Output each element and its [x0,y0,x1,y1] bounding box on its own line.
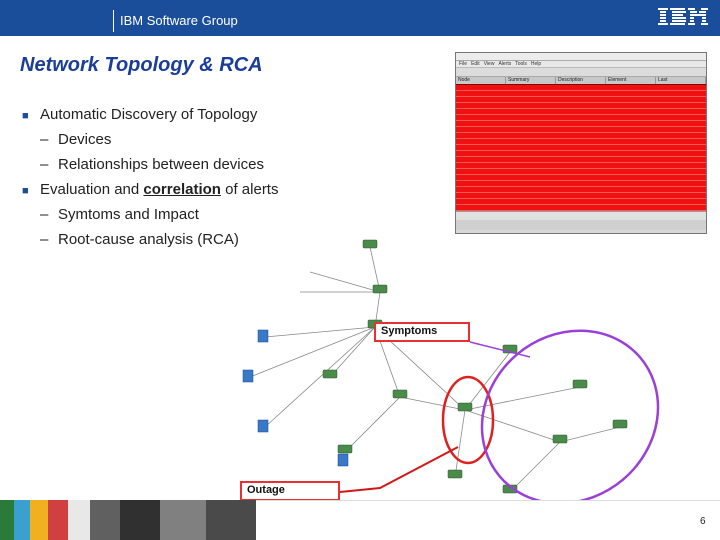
bullet-text: Evaluation and [40,181,144,198]
outage-connector [339,446,459,493]
server-icon[interactable] [257,329,269,343]
window-footer [456,211,706,220]
header-bar: IBM Software Group [0,0,720,36]
router-icon[interactable] [457,402,473,412]
symptoms-ring [480,329,660,505]
symptoms-connector [469,341,531,358]
ibm-logo-icon [658,8,708,25]
sub-bullet-text: Relationships between devices [58,156,264,173]
server-nodes [242,329,349,467]
topology-diagram [242,239,660,505]
router-icon[interactable] [572,379,588,389]
menu-item[interactable]: Alerts [498,61,511,67]
header-divider [113,10,114,32]
dash-icon: – [40,231,49,248]
bullet-emphasis: correlation [143,181,221,198]
window-statusbar [456,220,706,230]
server-icon[interactable] [257,419,269,433]
menu-item[interactable]: Tools [515,61,527,67]
bullet-square-icon: ■ [22,185,29,197]
router-icon[interactable] [362,239,378,249]
menu-item[interactable]: View [484,61,495,67]
bullet-text: Automatic Discovery of Topology [40,106,258,123]
group-name: IBM Software Group [120,13,238,28]
bullet-item: ■ Automatic Discovery of Topology [22,106,257,123]
footer-tile [206,500,256,540]
topology-links [249,246,621,493]
sub-bullet-text: Symtoms and Impact [58,206,199,223]
column-headers: Node Summary Description Element Last [456,77,706,84]
slide-title: Network Topology & RCA [20,54,263,76]
router-icon[interactable] [337,444,353,454]
column-header[interactable]: Description [556,77,606,84]
sub-bullet-item: – Symtoms and Impact [40,206,199,223]
footer-image-strip [0,500,720,540]
server-icon[interactable] [337,453,349,467]
menu-item[interactable]: Help [531,61,541,67]
alert-rows [456,84,706,211]
column-header[interactable]: Last [656,77,706,84]
footer-blank [256,500,720,540]
router-icon[interactable] [372,284,388,294]
sub-bullet-item: – Relationships between devices [40,156,264,173]
footer-tile [14,500,30,540]
router-icon[interactable] [552,434,568,444]
dash-icon: – [40,206,49,223]
menu-item[interactable]: File [459,61,467,67]
bullet-item: ■ Evaluation and correlation of alerts [22,181,278,198]
outage-callout: Outage [240,481,340,501]
footer-tile [30,500,48,540]
column-header[interactable]: Summary [506,77,556,84]
router-icon[interactable] [612,419,628,429]
footer-tile [120,500,160,540]
footer-tile [160,500,206,540]
bullet-text: of alerts [220,181,279,198]
column-header[interactable]: Node [456,77,506,84]
symptoms-callout: Symptoms [374,322,470,342]
dash-icon: – [40,156,49,173]
dash-icon: – [40,131,49,148]
topology-nodes [322,239,628,494]
footer-tile [48,500,68,540]
alert-list-window: File Edit View Alerts Tools Help Node Su… [455,52,707,234]
sub-bullet-item: – Devices [40,131,111,148]
server-icon[interactable] [242,369,254,383]
window-toolbar [456,68,706,77]
window-titlebar [456,53,706,61]
menu-item[interactable]: Edit [471,61,480,67]
column-header[interactable]: Element [606,77,656,84]
sub-bullet-text: Devices [58,131,112,148]
router-icon[interactable] [447,469,463,479]
footer-tile [0,500,14,540]
footer-tile [68,500,90,540]
footer-tile [90,500,120,540]
router-icon[interactable] [322,369,338,379]
bullet-square-icon: ■ [22,110,29,122]
window-menubar: File Edit View Alerts Tools Help [456,61,706,68]
page-number: 6 [700,516,706,527]
router-icon[interactable] [392,389,408,399]
